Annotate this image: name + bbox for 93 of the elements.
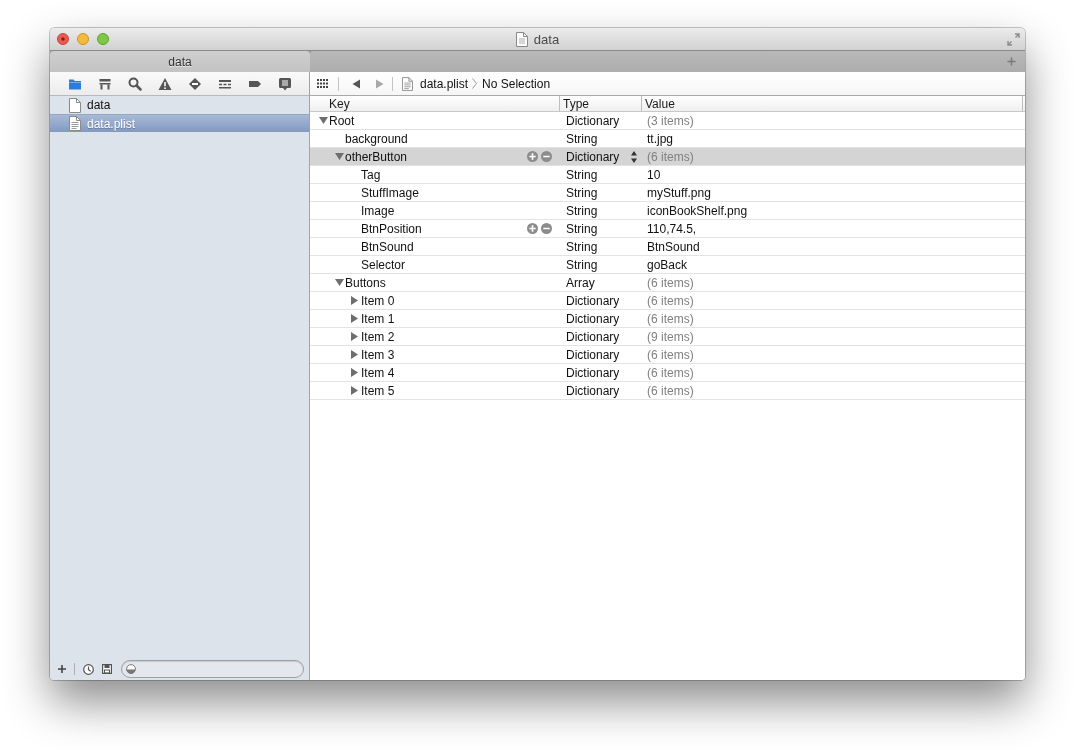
document-icon [515, 31, 528, 47]
disclosure-triangle-icon[interactable] [351, 314, 358, 323]
row-value: (6 items) [647, 274, 694, 292]
row-value: (6 items) [647, 148, 694, 166]
row-type: String [566, 202, 598, 220]
row-key: Item 0 [361, 291, 395, 310]
row-key: Item 4 [361, 363, 395, 382]
row-type: Dictionary [566, 364, 620, 382]
disclosure-triangle-icon[interactable] [335, 153, 344, 160]
row-key: Root [329, 111, 355, 130]
row-type: String [566, 184, 598, 202]
row-value: tt.jpg [647, 130, 673, 148]
row-type: Dictionary [566, 148, 620, 166]
up-down-arrows-icon[interactable] [631, 150, 637, 163]
file-list-item[interactable]: data [50, 96, 309, 114]
row-value: goBack [647, 256, 688, 274]
row-type: Dictionary [566, 328, 620, 346]
save-icon[interactable] [102, 664, 112, 674]
breadcrumb-item[interactable]: No Selection [482, 74, 551, 93]
row-key: Selector [361, 255, 406, 274]
row-value: (6 items) [647, 310, 694, 328]
row-type: String [566, 220, 598, 238]
row-value: (6 items) [647, 364, 694, 382]
row-key: BtnPosition [361, 219, 422, 238]
row-key: Item 3 [361, 345, 395, 364]
row-key: BtnSound [361, 237, 414, 256]
plus-icon[interactable] [58, 665, 66, 673]
window-title: data [533, 32, 560, 46]
back-arrow-icon[interactable] [352, 78, 360, 89]
row-type: String [566, 130, 598, 148]
disclosure-triangle-icon[interactable] [351, 296, 358, 305]
chevron-icon [472, 78, 478, 89]
row-value: (6 items) [647, 382, 694, 400]
filter-icon [126, 664, 136, 674]
file-name: data [87, 97, 111, 114]
row-value: (9 items) [647, 328, 694, 346]
fullscreen-icon[interactable] [1007, 32, 1020, 46]
file-name: data.plist [87, 115, 136, 133]
row-type: Dictionary [566, 112, 620, 130]
row-type: Array [566, 274, 595, 292]
row-value: (6 items) [647, 292, 694, 310]
row-type: String [566, 166, 598, 184]
warning-icon[interactable] [158, 76, 172, 91]
row-key: background [345, 129, 408, 148]
row-key: otherButton [345, 147, 408, 166]
row-value: (6 items) [647, 346, 694, 364]
row-value: BtnSound [647, 238, 700, 256]
table-row[interactable]: BtnPosition String 110,74.5, [310, 220, 1025, 238]
plus-circle-icon[interactable] [527, 223, 538, 234]
row-key: Item 1 [361, 309, 395, 328]
row-key: Item 5 [361, 381, 395, 400]
disclosure-triangle-icon[interactable] [319, 117, 328, 124]
row-value: 110,74.5, [647, 220, 697, 238]
row-type: Dictionary [566, 310, 620, 328]
minus-circle-icon[interactable] [541, 151, 552, 162]
row-type: Dictionary [566, 292, 620, 310]
row-type: Dictionary [566, 382, 620, 400]
filter-field[interactable] [121, 660, 304, 678]
text-document-icon [402, 76, 413, 91]
row-value: (3 items) [647, 112, 694, 130]
text-document-icon [69, 116, 81, 131]
row-value: iconBookShelf.png [647, 202, 748, 220]
grid-icon[interactable] [317, 79, 328, 88]
row-key: Tag [361, 165, 381, 184]
clock-icon[interactable] [83, 663, 94, 675]
breadcrumb-item[interactable]: data.plist [420, 74, 469, 93]
minus-circle-icon[interactable] [541, 223, 552, 234]
disclosure-triangle-icon[interactable] [351, 368, 358, 377]
disclosure-triangle-icon[interactable] [351, 386, 358, 395]
row-key: Buttons [345, 273, 386, 292]
column-header[interactable]: Key [310, 96, 560, 111]
disclosure-triangle-icon[interactable] [351, 350, 358, 359]
tab[interactable]: data [50, 51, 310, 72]
row-type: Dictionary [566, 346, 620, 364]
disclosure-triangle-icon[interactable] [351, 332, 358, 341]
hierarchy-icon[interactable] [98, 76, 112, 91]
search-icon[interactable] [128, 76, 142, 91]
speech-bubble-icon[interactable] [278, 76, 292, 91]
row-value: 10 [647, 166, 661, 184]
row-key: StuffImage [361, 183, 419, 202]
column-header[interactable]: Type [560, 96, 642, 111]
row-key: Item 2 [361, 327, 395, 346]
document-icon [69, 97, 81, 113]
close-icon[interactable] [57, 33, 69, 45]
table-row[interactable]: otherButton Dictionary (6 items) [310, 148, 1025, 166]
column-header[interactable]: Value [642, 96, 1023, 111]
plus-circle-icon[interactable] [527, 151, 538, 162]
disclosure-triangle-icon[interactable] [335, 279, 344, 286]
row-type: String [566, 256, 598, 274]
row-value: myStuff.png [647, 184, 711, 202]
row-type: String [566, 238, 598, 256]
diamond-minus-icon[interactable] [188, 76, 202, 91]
row-key: Image [361, 201, 395, 220]
